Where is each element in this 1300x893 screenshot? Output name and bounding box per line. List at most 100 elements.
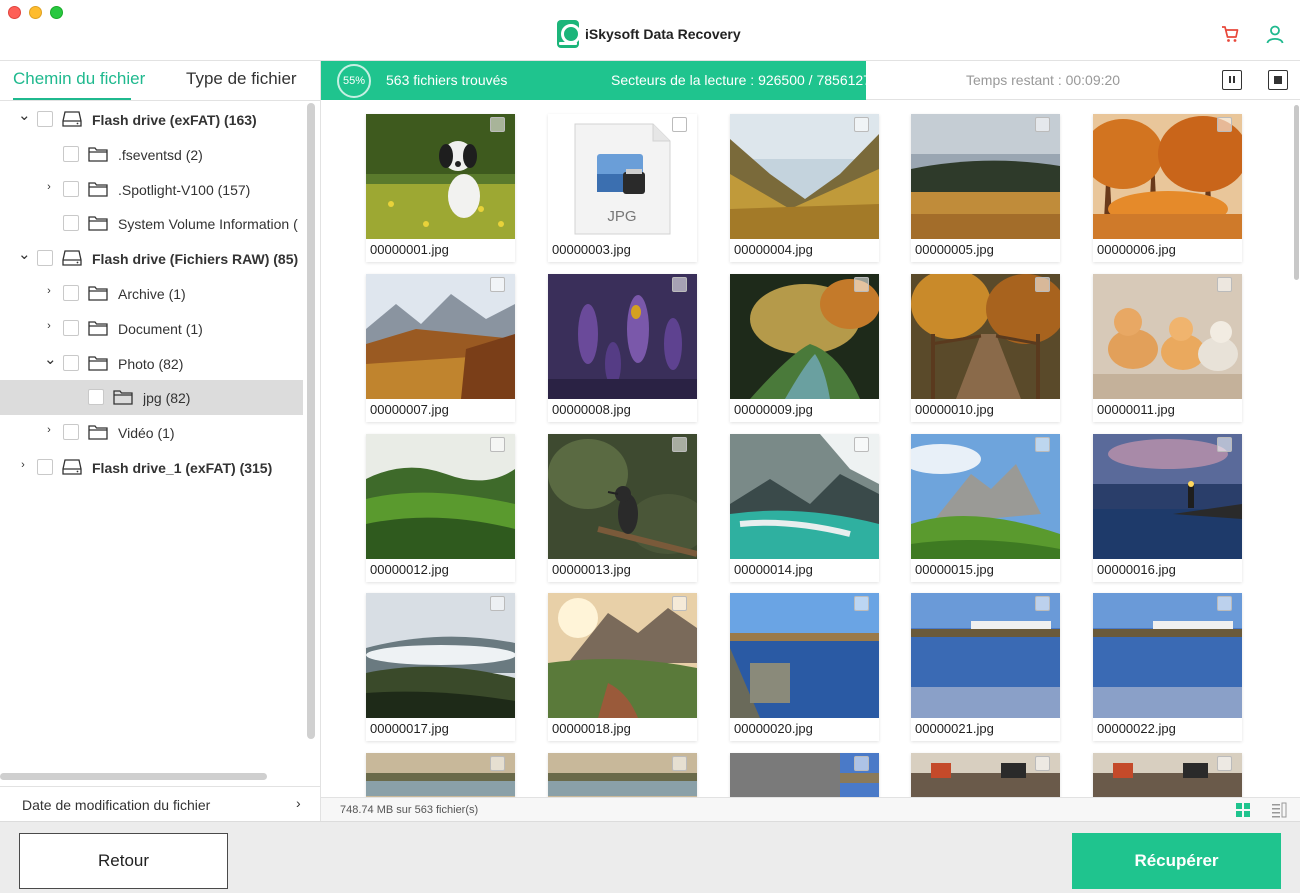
minimize-window-button[interactable]: [29, 6, 42, 19]
file-thumbnail[interactable]: 00000001.jpg: [366, 114, 515, 262]
zoom-window-button[interactable]: [50, 6, 63, 19]
tree-node[interactable]: jpg (82): [0, 380, 303, 416]
file-thumbnail[interactable]: 00000006.jpg: [1093, 114, 1242, 262]
back-button[interactable]: Retour: [19, 833, 228, 889]
thumbnail-checkbox[interactable]: [854, 756, 869, 771]
thumbnail-checkbox[interactable]: [1035, 756, 1050, 771]
tree-node-checkbox[interactable]: [88, 389, 104, 406]
thumbnail-checkbox[interactable]: [672, 117, 687, 132]
tree-node[interactable]: System Volume Information (: [0, 206, 303, 241]
list-view-icon[interactable]: [1271, 802, 1287, 818]
thumbnail-checkbox[interactable]: [1217, 596, 1232, 611]
file-thumbnail[interactable]: 00000010.jpg: [911, 274, 1060, 422]
thumbnail-checkbox[interactable]: [1217, 756, 1232, 771]
thumbnail-checkbox[interactable]: [490, 437, 505, 452]
file-thumbnail[interactable]: [548, 753, 697, 797]
tab-file-path[interactable]: Chemin du fichier: [13, 69, 145, 89]
tree-node-checkbox[interactable]: [63, 424, 79, 441]
thumbnail-checkbox[interactable]: [672, 596, 687, 611]
tree-node-checkbox[interactable]: [37, 459, 53, 475]
tree-horizontal-scrollbar[interactable]: [0, 773, 267, 780]
thumbnail-checkbox[interactable]: [854, 277, 869, 292]
file-thumbnail[interactable]: 00000022.jpg: [1093, 593, 1242, 741]
cart-icon[interactable]: [1220, 24, 1240, 44]
file-thumbnail[interactable]: 00000004.jpg: [730, 114, 879, 262]
file-thumbnail[interactable]: 00000005.jpg: [911, 114, 1060, 262]
file-thumbnail[interactable]: 00000013.jpg: [548, 434, 697, 582]
tree-node[interactable]: › Archive (1): [0, 276, 303, 311]
user-account-icon[interactable]: [1265, 24, 1285, 44]
chevron-right-icon[interactable]: ›: [44, 320, 54, 332]
sort-by-modified-date-row[interactable]: Date de modification du fichier ›: [0, 786, 321, 821]
thumbnail-checkbox[interactable]: [672, 756, 687, 771]
file-thumbnail[interactable]: 00000018.jpg: [548, 593, 697, 741]
jpg-file-icon: JPG: [548, 114, 697, 239]
tree-node-checkbox[interactable]: [37, 111, 53, 127]
tree-node[interactable]: .fseventsd (2): [0, 137, 303, 172]
tree-node[interactable]: › Vidéo (1): [0, 415, 303, 450]
thumbnail-checkbox[interactable]: [1217, 437, 1232, 452]
tree-node-label: Flash drive (exFAT) (163): [92, 112, 257, 128]
file-thumbnail[interactable]: 00000007.jpg: [366, 274, 515, 422]
thumbnail-checkbox[interactable]: [490, 277, 505, 292]
thumbnail-checkbox[interactable]: [1035, 117, 1050, 132]
file-thumbnail[interactable]: [1093, 753, 1242, 797]
thumbnail-checkbox[interactable]: [854, 437, 869, 452]
thumbnail-checkbox[interactable]: [490, 117, 505, 132]
file-thumbnail[interactable]: 00000014.jpg: [730, 434, 879, 582]
chevron-right-icon[interactable]: ›: [44, 285, 54, 297]
thumbnail-checkbox[interactable]: [854, 117, 869, 132]
tree-node[interactable]: › Document (1): [0, 311, 303, 346]
tree-node-checkbox[interactable]: [63, 285, 79, 301]
tree-node-checkbox[interactable]: [37, 250, 53, 267]
chevron-down-icon[interactable]: ⌄: [44, 350, 57, 368]
tree-node[interactable]: ⌄ Flash drive (Fichiers RAW) (85): [0, 241, 303, 276]
file-thumbnail[interactable]: [366, 753, 515, 797]
tree-node[interactable]: › .Spotlight-V100 (157): [0, 172, 303, 207]
chevron-right-icon[interactable]: ›: [18, 459, 28, 471]
thumbnail-checkbox[interactable]: [490, 596, 505, 611]
chevron-right-icon[interactable]: ›: [44, 181, 54, 193]
chevron-down-icon[interactable]: ⌄: [18, 106, 31, 124]
tree-node[interactable]: ⌄ Flash drive (exFAT) (163): [0, 102, 303, 137]
thumbnail-checkbox[interactable]: [490, 756, 505, 771]
file-thumbnail[interactable]: [730, 753, 879, 797]
file-thumbnail[interactable]: 00000009.jpg: [730, 274, 879, 422]
thumbnail-checkbox[interactable]: [672, 437, 687, 452]
thumbnail-checkbox[interactable]: [1217, 117, 1232, 132]
tree-node-checkbox[interactable]: [63, 215, 79, 232]
tree-node-checkbox[interactable]: [63, 180, 79, 197]
chevron-down-icon[interactable]: ⌄: [18, 245, 31, 263]
file-thumbnail[interactable]: 00000008.jpg: [548, 274, 697, 422]
thumbnail-checkbox[interactable]: [672, 277, 687, 292]
tree-node-checkbox[interactable]: [63, 354, 79, 371]
file-thumbnail[interactable]: 00000012.jpg: [366, 434, 515, 582]
thumbnail-checkbox[interactable]: [1035, 277, 1050, 292]
thumbnail-checkbox[interactable]: [1035, 437, 1050, 452]
file-thumbnail[interactable]: 00000015.jpg: [911, 434, 1060, 582]
grid-view-icon[interactable]: [1235, 802, 1251, 818]
tree-node[interactable]: › Flash drive_1 (exFAT) (315): [0, 450, 303, 485]
file-thumbnail[interactable]: 00000021.jpg: [911, 593, 1060, 741]
file-thumbnail[interactable]: [911, 753, 1060, 797]
thumbnail-checkbox[interactable]: [854, 596, 869, 611]
file-thumbnail[interactable]: 00000011.jpg: [1093, 274, 1242, 422]
file-thumbnail[interactable]: JPG 00000003.jpg: [548, 114, 697, 262]
file-name: 00000007.jpg: [370, 402, 449, 417]
file-thumbnail[interactable]: 00000020.jpg: [730, 593, 879, 741]
file-thumbnail[interactable]: 00000017.jpg: [366, 593, 515, 741]
tree-node-checkbox[interactable]: [63, 319, 79, 336]
tree-vertical-scrollbar[interactable]: [307, 103, 315, 739]
tree-node[interactable]: ⌄ Photo (82): [0, 346, 303, 381]
chevron-right-icon[interactable]: ›: [44, 424, 54, 436]
file-thumbnail[interactable]: 00000016.jpg: [1093, 434, 1242, 582]
thumbnail-checkbox[interactable]: [1035, 596, 1050, 611]
tab-file-type[interactable]: Type de fichier: [186, 69, 297, 89]
tree-node-checkbox[interactable]: [63, 145, 79, 162]
stop-scan-button[interactable]: [1268, 70, 1288, 90]
recover-button[interactable]: Récupérer: [1072, 833, 1281, 889]
grid-vertical-scrollbar[interactable]: [1294, 105, 1299, 280]
close-window-button[interactable]: [8, 6, 21, 19]
pause-scan-button[interactable]: [1222, 70, 1242, 90]
thumbnail-checkbox[interactable]: [1217, 277, 1232, 292]
